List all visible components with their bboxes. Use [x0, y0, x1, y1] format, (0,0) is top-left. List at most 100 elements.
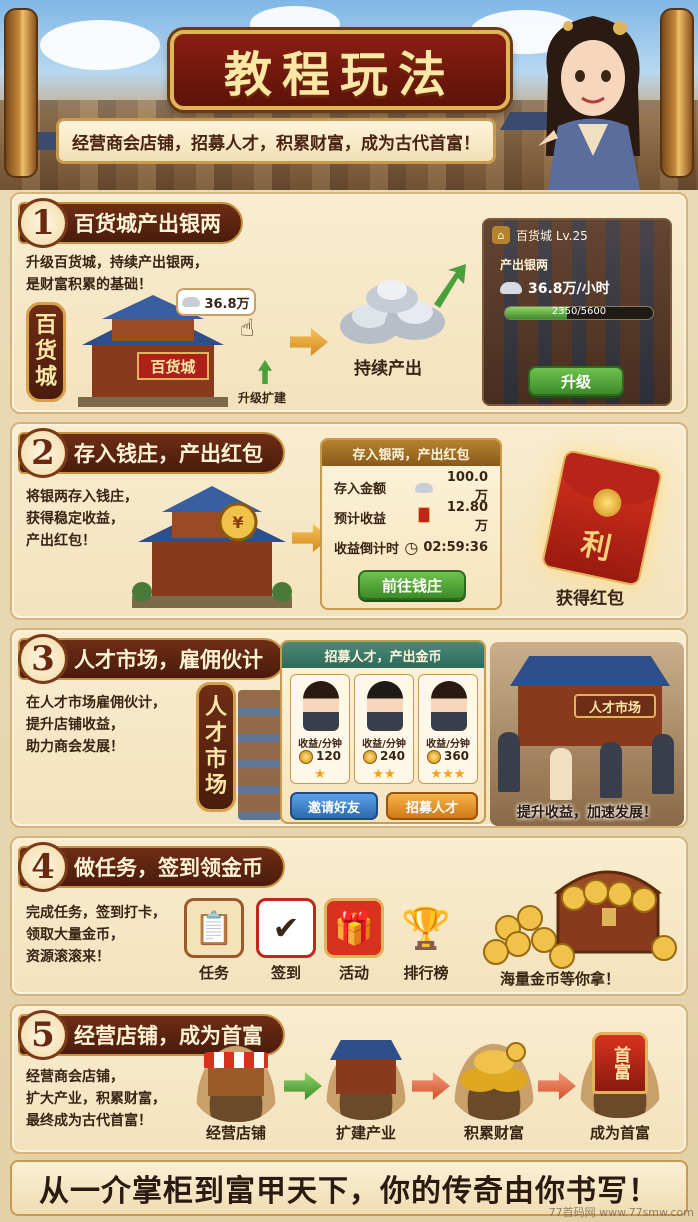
talent-avatar	[303, 681, 339, 731]
deposit-panel: 存入银两，产出红包 存入金额 100.0万 预计收益 12.80万 收益倒计时 …	[320, 438, 502, 610]
worker-figure	[652, 734, 674, 794]
gold-coin-icon	[426, 749, 441, 764]
desc-line: 领取大量金币，	[26, 927, 124, 943]
page-title: 教程玩法	[223, 47, 456, 103]
income-amount: 120	[315, 749, 342, 763]
section-5-number: 5	[18, 1010, 68, 1060]
desc-line: 最终成为古代首富！	[26, 1113, 152, 1129]
income-value: 240	[355, 749, 413, 764]
expand-building-icon	[336, 1060, 396, 1094]
gold-ingots-icon	[460, 1042, 528, 1092]
clock-icon: ◷	[404, 537, 419, 557]
section-1-title: 百货城产出银两	[74, 212, 221, 236]
scroll-rod-right	[660, 8, 694, 178]
section-2-description: 将银两存入钱庄， 获得稳定收益， 产出红包！	[26, 486, 138, 552]
go-to-bank-button[interactable]: 前往钱庄	[358, 570, 466, 600]
subtitle-bar: 经营商会店铺，招募人才，积累财富，成为古代首富！	[56, 118, 496, 164]
sign-char: 城	[34, 365, 57, 390]
section-4-number: 4	[18, 842, 68, 892]
deposit-amount-row: 存入金额 100.0万	[334, 470, 488, 504]
section-3-number: 3	[18, 634, 68, 684]
upgrade-button[interactable]: 升级	[528, 366, 624, 396]
department-store-signboard: 百货城	[150, 358, 195, 376]
trophy-icon[interactable]: 🏆	[396, 898, 456, 958]
desc-line: 提升店铺收益，	[26, 717, 124, 733]
store-level-label: 百货城 Lv.25	[516, 228, 588, 243]
envelope-character: 利	[577, 526, 615, 568]
section-3-talent-market: 3 人才市场，雇佣伙计 在人才市场雇佣伙计， 提升店铺收益， 助力商会发展！ 人…	[10, 628, 688, 828]
site-watermark: 77首码网 www.77smw.com	[548, 1206, 694, 1219]
store-icon: ⌂	[492, 226, 510, 244]
check-in-calendar-icon[interactable]: ✔	[256, 898, 316, 958]
stage-manage-shop	[190, 1036, 282, 1122]
page-subtitle: 经营商会店铺，招募人才，积累财富，成为古代首富！	[72, 133, 480, 154]
check-in-label: 签到	[270, 964, 301, 982]
countdown-row: 收益倒计时 ◷ 02:59:36	[334, 534, 488, 560]
stage-accumulate-wealth	[448, 1034, 540, 1120]
leaderboard-label: 排行榜	[403, 964, 449, 982]
sign-char: 货	[34, 339, 57, 364]
richest-plaque: 首富	[592, 1032, 648, 1094]
section-2-number: 2	[18, 428, 68, 478]
stage-expand-business	[320, 1034, 412, 1120]
section-3-description: 在人才市场雇佣伙计， 提升店铺收益， 助力商会发展！	[26, 692, 166, 758]
talent-market-vertical-sign: 人 才 市 场	[196, 682, 236, 812]
invite-friends-button[interactable]: 邀请好友	[290, 792, 378, 820]
section-5-description: 经营商会店铺， 扩大产业，积累财富， 最终成为古代首富！	[26, 1066, 166, 1132]
section-1-number: 1	[18, 198, 68, 248]
talent-avatar	[431, 681, 467, 731]
treasure-chest-illustration	[483, 870, 677, 969]
stage-become-richest: 首富	[574, 1032, 666, 1118]
expected-income-row: 预计收益 12.80万	[334, 500, 488, 534]
street-building-decoration	[238, 690, 282, 820]
talent-avatar	[367, 681, 403, 731]
expand-roof-icon	[330, 1040, 402, 1060]
section-2-header: 2 存入钱庄，产出红包	[18, 428, 285, 478]
svg-text:¥: ¥	[232, 513, 243, 532]
upgrade-progress-bar: 2350/5600	[504, 306, 654, 320]
stage-label: 扩建产业	[335, 1124, 396, 1142]
income-value: 360	[419, 749, 477, 764]
income-per-minute-label: 收益/分钟	[426, 739, 470, 750]
output-rate: 36.8万/小时	[528, 281, 610, 297]
star-rating: ★	[314, 767, 326, 782]
section-3-header: 3 人才市场，雇佣伙计	[18, 634, 285, 684]
row-key: 预计收益	[334, 511, 387, 527]
bank-building: ¥	[132, 486, 292, 608]
row-key: 存入金额	[334, 481, 387, 497]
task-list-icon[interactable]: 📋	[184, 898, 244, 958]
desc-line: 扩大产业，积累财富，	[26, 1091, 166, 1107]
sign-char: 才	[204, 721, 227, 746]
worker-figure	[498, 732, 520, 792]
desc-line: 在人才市场雇佣伙计，	[26, 695, 166, 711]
output-rate-row: 36.8万/小时	[500, 278, 610, 298]
income-per-minute-label: 收益/分钟	[362, 739, 406, 750]
talent-market-scene: 人才市场 提升收益，加速发展！	[490, 642, 684, 826]
recruit-talent-button[interactable]: 招募人才	[386, 792, 478, 820]
worker-figure	[600, 742, 622, 798]
stage-label: 经营店铺	[205, 1124, 266, 1142]
upgrade-arrow-icon	[258, 360, 272, 384]
store-status-card: ⌂ 百货城 Lv.25 产出银两 36.8万/小时 2350/5600 升级	[482, 218, 672, 406]
progress-text: 2350/5600	[551, 306, 607, 317]
flow-arrow-icon	[290, 328, 328, 356]
talent-card[interactable]: 收益/分钟 240 ★★	[354, 674, 414, 784]
desc-line: 获得稳定收益，	[26, 511, 124, 527]
star-rating: ★★★	[430, 767, 466, 782]
cloud-decoration	[40, 20, 160, 70]
worker-figure	[550, 748, 572, 800]
section-4-tasks: 4 做任务，签到领金币 完成任务，签到打卡， 领取大量金币， 资源滚滚来！ 📋 …	[10, 836, 688, 996]
talent-card[interactable]: 收益/分钟 120 ★	[290, 674, 350, 784]
continuous-output-caption: 持续产出	[354, 359, 422, 379]
bubble-value: 36.8万	[204, 296, 250, 312]
gold-coins-caption: 海量金币等你拿！	[500, 970, 621, 988]
recruit-panel-title: 招募人才，产出金币	[282, 642, 484, 668]
star-rating: ★★	[372, 767, 396, 782]
gift-box-icon[interactable]: 🎁	[324, 898, 384, 958]
shop-awning-icon	[204, 1052, 268, 1068]
talent-card[interactable]: 收益/分钟 360 ★★★	[418, 674, 478, 784]
gold-coin-icon	[362, 749, 377, 764]
upgrade-expand-label: 升级扩建	[238, 391, 287, 405]
section-2-bank: 2 存入钱庄，产出红包 将银两存入钱庄， 获得稳定收益， 产出红包！ ¥ 存入银…	[10, 422, 688, 620]
desc-line: 助力商会发展！	[26, 739, 124, 755]
